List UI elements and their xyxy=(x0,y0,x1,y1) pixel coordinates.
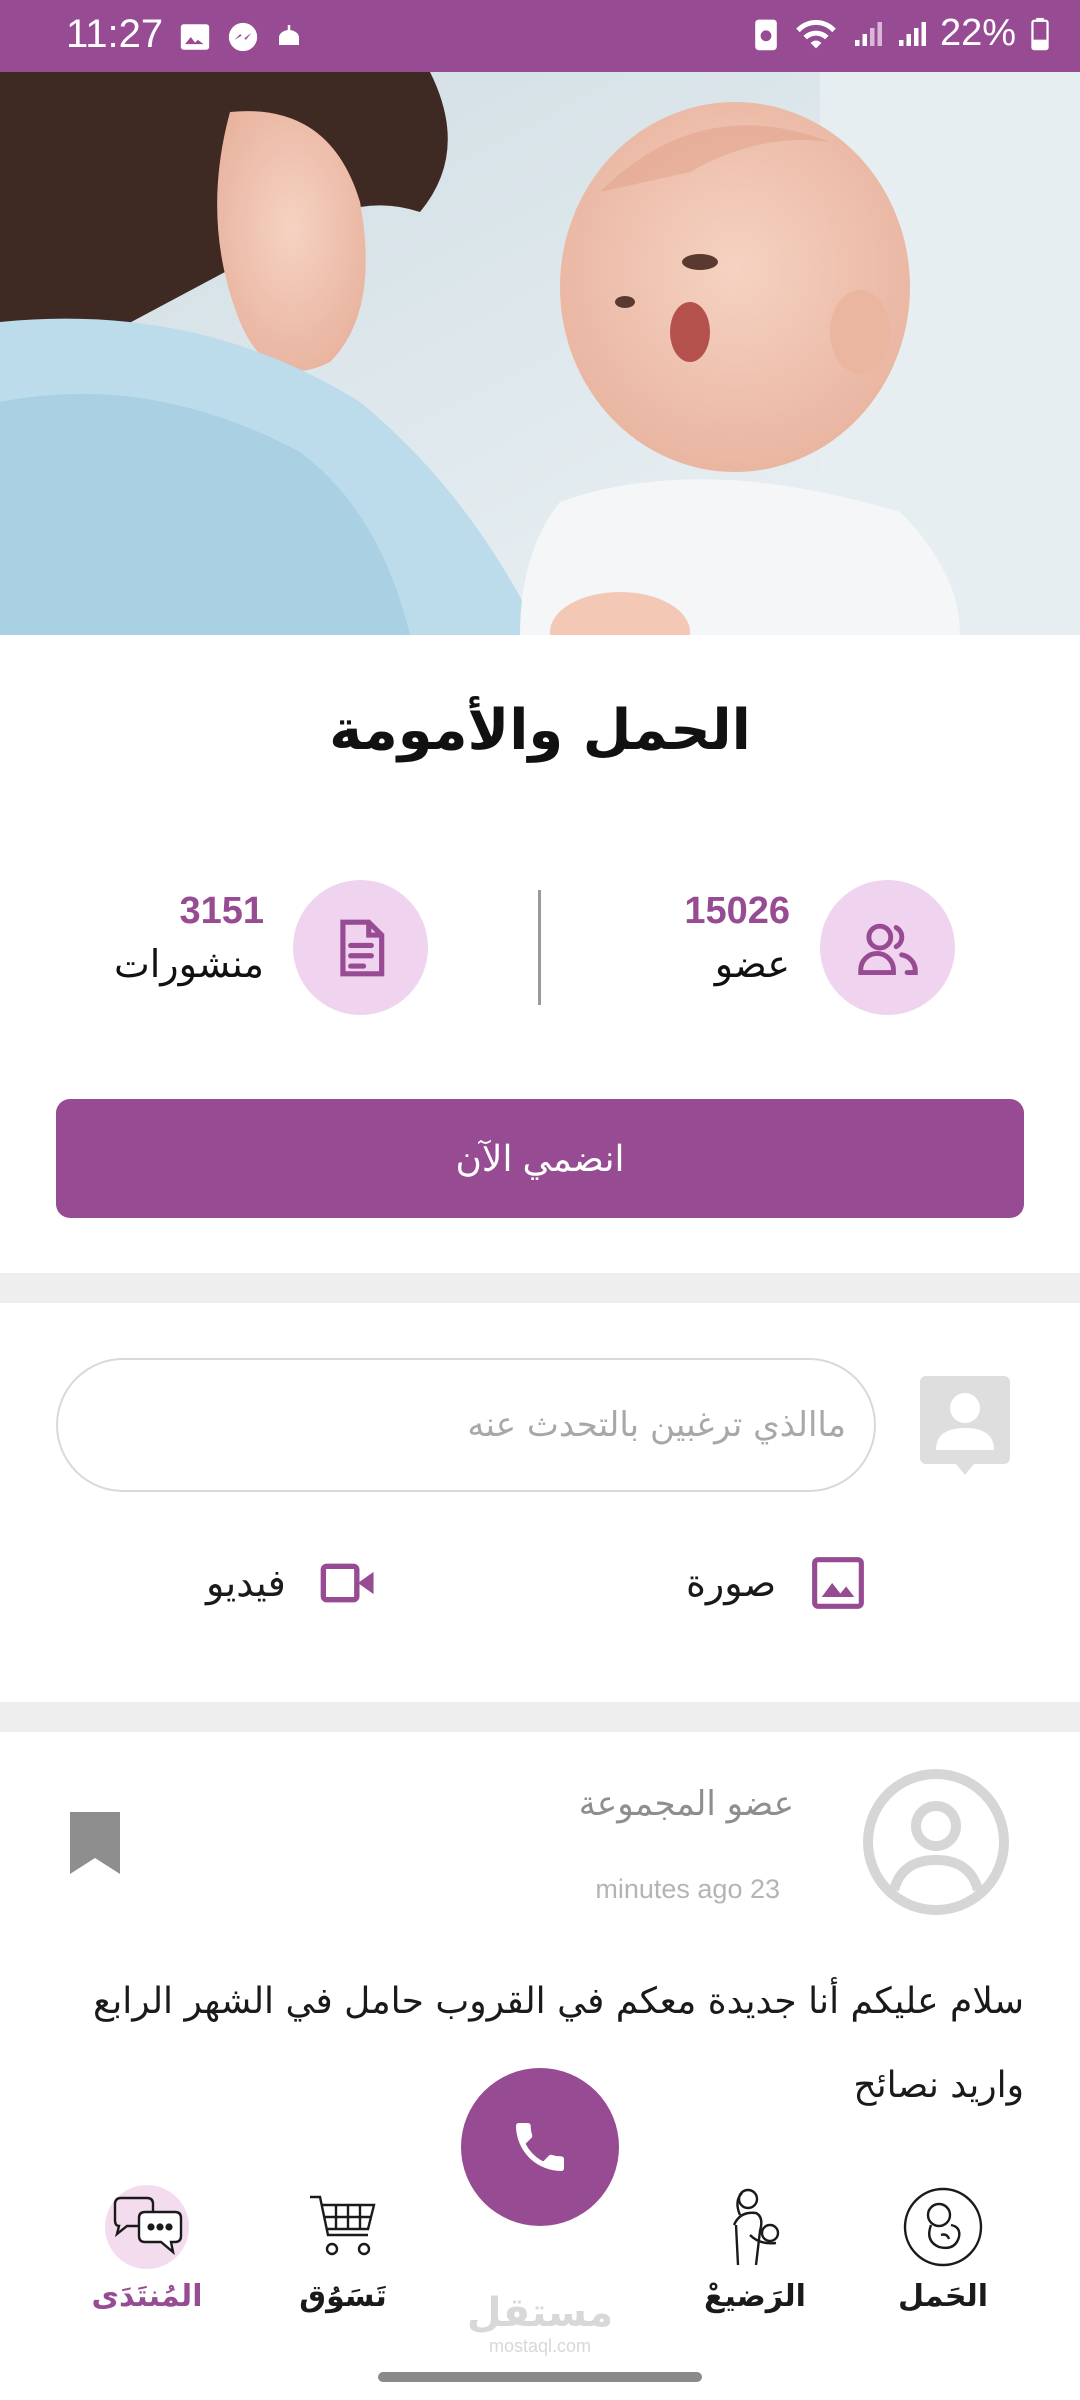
post-composer-input[interactable]: ماالذي ترغبين بالتحدث عنه xyxy=(56,1358,876,1492)
group-title: الحمل والأمومة xyxy=(329,698,751,763)
status-bar: 11:27 22% xyxy=(0,0,1080,72)
members-label: عضو xyxy=(714,942,790,986)
members-stat: 15026 عضو xyxy=(560,880,1020,1015)
users-icon xyxy=(857,923,918,975)
post-author-avatar[interactable] xyxy=(862,1768,1010,1916)
posts-label: منشورات xyxy=(113,942,264,986)
video-label: فيديو xyxy=(206,1561,286,1605)
my-avatar xyxy=(920,1376,1010,1476)
nav-label: الحَمل xyxy=(897,2279,989,2314)
nav-item-pregnancy[interactable]: الحَمل xyxy=(868,2185,1018,2314)
watermark-latin: mostaql.com xyxy=(488,2336,592,2356)
battery-saver-icon xyxy=(755,19,777,50)
stats-divider xyxy=(538,890,541,1005)
group-cover-photo xyxy=(0,72,1080,635)
posts-stat: 3151 منشورات xyxy=(70,880,440,1015)
home-indicator[interactable] xyxy=(378,2372,702,2382)
messenger-icon xyxy=(228,22,258,52)
watermark: مستقل mostaql.com xyxy=(430,2290,650,2357)
phone-icon xyxy=(516,2123,564,2171)
image-icon xyxy=(812,1557,865,1609)
battery-percent: 22% xyxy=(939,12,1016,54)
bookmark-icon xyxy=(70,1812,120,1874)
watermark-arabic: مستقل xyxy=(466,2290,614,2336)
add-video-button[interactable]: فيديو xyxy=(206,1548,378,1618)
post-author-name[interactable]: عضو المجموعة xyxy=(579,1784,794,1824)
video-camera-icon xyxy=(320,1563,374,1603)
fetus-icon xyxy=(903,2187,983,2267)
wifi-icon xyxy=(796,19,836,48)
nav-item-baby[interactable]: الرَضيعْ xyxy=(680,2185,830,2314)
nav-label: تَسَوُق xyxy=(299,2279,387,2314)
add-photo-button[interactable]: صورة xyxy=(686,1548,866,1618)
status-time: 11:27 xyxy=(66,12,164,56)
mosque-icon xyxy=(279,25,299,45)
call-button[interactable] xyxy=(461,2068,619,2226)
posts-count: 3151 xyxy=(179,890,264,932)
members-icon-circle xyxy=(820,880,955,1015)
nav-item-shop[interactable]: تَسَوُق xyxy=(268,2185,418,2314)
nav-item-forum[interactable]: المُنتَدَى xyxy=(72,2185,222,2314)
gallery-icon xyxy=(180,24,210,50)
section-separator xyxy=(0,1702,1080,1732)
posts-icon-circle xyxy=(293,880,428,1015)
bookmark-button[interactable] xyxy=(70,1812,120,1874)
user-circle-icon xyxy=(863,1769,1009,1915)
chat-bubbles-icon xyxy=(113,2196,183,2256)
section-separator xyxy=(0,1273,1080,1303)
nav-label: الرَضيعْ xyxy=(704,2279,806,2314)
members-count: 15026 xyxy=(684,890,790,932)
cover-illustration xyxy=(0,72,1080,635)
user-placeholder-icon xyxy=(920,1376,1010,1475)
signal-icon xyxy=(854,21,882,46)
photo-label: صورة xyxy=(686,1561,777,1605)
battery-icon xyxy=(1031,17,1049,50)
document-icon xyxy=(339,919,384,976)
cart-icon xyxy=(310,2195,376,2256)
post-timestamp: minutes ago 23 xyxy=(595,1874,780,1904)
nav-label: المُنتَدَى xyxy=(91,2279,203,2314)
signal-icon xyxy=(898,21,926,46)
mother-baby-icon xyxy=(732,2188,780,2266)
join-now-button[interactable]: انضمي الآن xyxy=(56,1099,1024,1218)
